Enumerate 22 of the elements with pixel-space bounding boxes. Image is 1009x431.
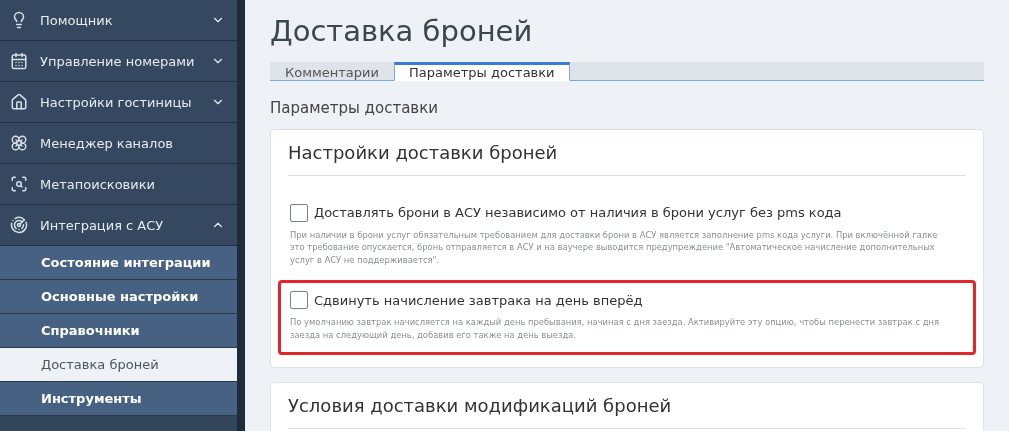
checkbox[interactable] — [290, 291, 308, 310]
checkbox-label: Доставлять брони в АСУ независимо от наличия в брони услуг без pms кода — [314, 205, 842, 220]
sidebar-subitem[interactable]: Справочники — [0, 314, 237, 348]
card-title: Условия доставки модификаций броней — [288, 394, 966, 429]
card-title: Настройки доставки броней — [288, 141, 966, 176]
menu-icon — [10, 93, 28, 111]
section-title: Параметры доставки — [270, 98, 439, 117]
menu-icon — [10, 216, 28, 234]
tab[interactable]: Комментарии — [270, 62, 394, 81]
menu-icon — [10, 134, 28, 152]
option-hint: По умолчанию завтрак начисляется на каждый день пребывания, начиная с дня заезда. Активируйте эту опцию, чтобы перенести завтрак с дня заезда на следующий день, добавив его также на день выезда. — [290, 316, 940, 342]
menu-icon — [10, 175, 28, 193]
checkbox-label: Сдвинуть начисление завтрака на день вперёд — [314, 292, 643, 308]
option-hint: При наличии в брони услуг обязательным требованием для доставки брони в АСУ является заполнение pms кода услуги. При включённой галке это требование опускается, бронь отправляется в АСУ и на ваучере выводится предупреждение "Автоматическое начисление дополнительных услуг в АСУ не поддерживается". — [290, 228, 939, 267]
sidebar-subitem[interactable]: Доставка броней — [0, 348, 237, 382]
sidebar-subitem[interactable]: Инструменты — [0, 382, 237, 416]
sidebar-subitem[interactable]: Основные настройки — [0, 280, 237, 314]
sidebar-subitem[interactable]: Состояние интеграции — [0, 246, 237, 280]
page-title: Доставка броней — [270, 14, 534, 48]
checkbox[interactable] — [290, 203, 308, 222]
menu-icon — [10, 52, 28, 70]
tab[interactable]: Параметры доставки — [394, 62, 570, 81]
